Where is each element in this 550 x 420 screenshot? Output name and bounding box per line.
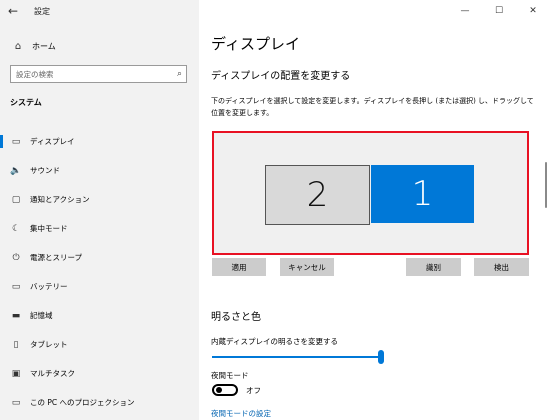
search-box[interactable]: ⌕ (10, 65, 187, 83)
sidebar-item-label: 集中モード (30, 224, 68, 233)
page-title: ディスプレイ (211, 35, 300, 53)
identify-button[interactable]: 識別 (406, 258, 461, 276)
window-controls: — ☐ ✕ (448, 0, 550, 22)
maximize-icon[interactable]: ☐ (482, 0, 516, 22)
main-content: — ☐ ✕ ディスプレイ ディスプレイの配置を変更する 下のディスプレイを選択し… (199, 0, 550, 420)
speaker-icon: 🔈 (10, 165, 22, 176)
sidebar-item-sound[interactable]: 🔈 サウンド (0, 156, 199, 185)
toggle-knob (216, 387, 222, 393)
section-title: システム (10, 98, 42, 107)
sidebar-item-multitasking[interactable]: ▣ マルチタスク (0, 359, 199, 388)
multitask-icon: ▣ (11, 368, 21, 379)
sidebar-item-label: 記憶域 (30, 311, 53, 320)
sidebar-item-label: タブレット (30, 340, 68, 349)
sidebar-item-label: 電源とスリープ (30, 253, 83, 262)
battery-icon: ▭ (11, 281, 21, 292)
home-icon: ⌂ (14, 40, 22, 52)
night-mode-label: 夜間モード (211, 371, 249, 380)
sidebar-item-notifications[interactable]: ▢ 通知とアクション (0, 185, 199, 214)
night-mode-settings-link[interactable]: 夜間モードの設定 (211, 408, 271, 419)
sidebar-item-display[interactable]: ▭ ディスプレイ (0, 127, 199, 156)
monitor-icon: ▭ (11, 136, 21, 147)
sidebar-item-label: 通知とアクション (30, 195, 90, 204)
minimize-icon[interactable]: — (448, 0, 482, 22)
slider-track (212, 356, 384, 358)
sidebar-item-label: マルチタスク (30, 369, 75, 378)
scrollbar-thumb[interactable] (545, 162, 547, 208)
cancel-button[interactable]: キャンセル (280, 258, 334, 276)
tablet-icon: ▯ (13, 339, 19, 350)
sidebar-item-battery[interactable]: ▭ バッテリー (0, 272, 199, 301)
power-icon: ⏻ (12, 252, 20, 263)
sidebar-item-label: バッテリー (30, 282, 68, 291)
sidebar-item-projection[interactable]: ▭ この PC へのプロジェクション (0, 388, 199, 417)
slider-thumb[interactable] (378, 350, 384, 364)
sidebar-item-label: サウンド (30, 166, 60, 175)
apply-button[interactable]: 適用 (212, 258, 266, 276)
sidebar: ← 設定 ⌂ ホーム ⌕ システム ▭ ディスプレイ 🔈 サウンド ▢ 通知とア… (0, 0, 199, 420)
back-arrow-icon[interactable]: ← (0, 0, 26, 22)
arrange-description: 下のディスプレイを選択して設定を変更します。ディスプレイを長押し (または選択)… (211, 97, 534, 117)
brightness-slider[interactable] (212, 350, 384, 364)
night-mode-toggle[interactable] (212, 384, 238, 396)
night-mode-state: オフ (246, 386, 261, 395)
detect-button[interactable]: 検出 (474, 258, 529, 276)
close-icon[interactable]: ✕ (516, 0, 550, 22)
sidebar-item-label: この PC へのプロジェクション (30, 398, 135, 407)
sidebar-item-storage[interactable]: ▬ 記憶域 (0, 301, 199, 330)
monitor-1[interactable]: 1 (371, 165, 474, 223)
display-arrangement-area[interactable]: 2 1 (212, 131, 529, 255)
scrollbar[interactable] (544, 22, 549, 420)
monitor-2[interactable]: 2 (265, 165, 370, 225)
search-input[interactable] (16, 69, 166, 79)
titlebar-left: ← 設定 (0, 0, 199, 22)
notification-icon: ▢ (11, 194, 21, 205)
projection-icon: ▭ (11, 397, 21, 408)
search-icon[interactable]: ⌕ (177, 69, 182, 79)
nav-list: ▭ ディスプレイ 🔈 サウンド ▢ 通知とアクション ☾ 集中モード ⏻ 電源と… (0, 127, 199, 417)
sidebar-item-focus[interactable]: ☾ 集中モード (0, 214, 199, 243)
storage-icon: ▬ (11, 310, 21, 321)
home-label: ホーム (32, 41, 56, 51)
sidebar-item-tablet[interactable]: ▯ タブレット (0, 330, 199, 359)
arrange-heading: ディスプレイの配置を変更する (211, 71, 351, 82)
sidebar-item-home[interactable]: ⌂ ホーム (0, 37, 199, 55)
brightness-heading: 明るさと色 (211, 312, 261, 323)
brightness-label: 内蔵ディスプレイの明るさを変更する (211, 337, 338, 346)
app-title: 設定 (34, 6, 50, 16)
sidebar-item-label: ディスプレイ (30, 137, 75, 146)
moon-icon: ☾ (11, 223, 21, 234)
sidebar-item-power[interactable]: ⏻ 電源とスリープ (0, 243, 199, 272)
